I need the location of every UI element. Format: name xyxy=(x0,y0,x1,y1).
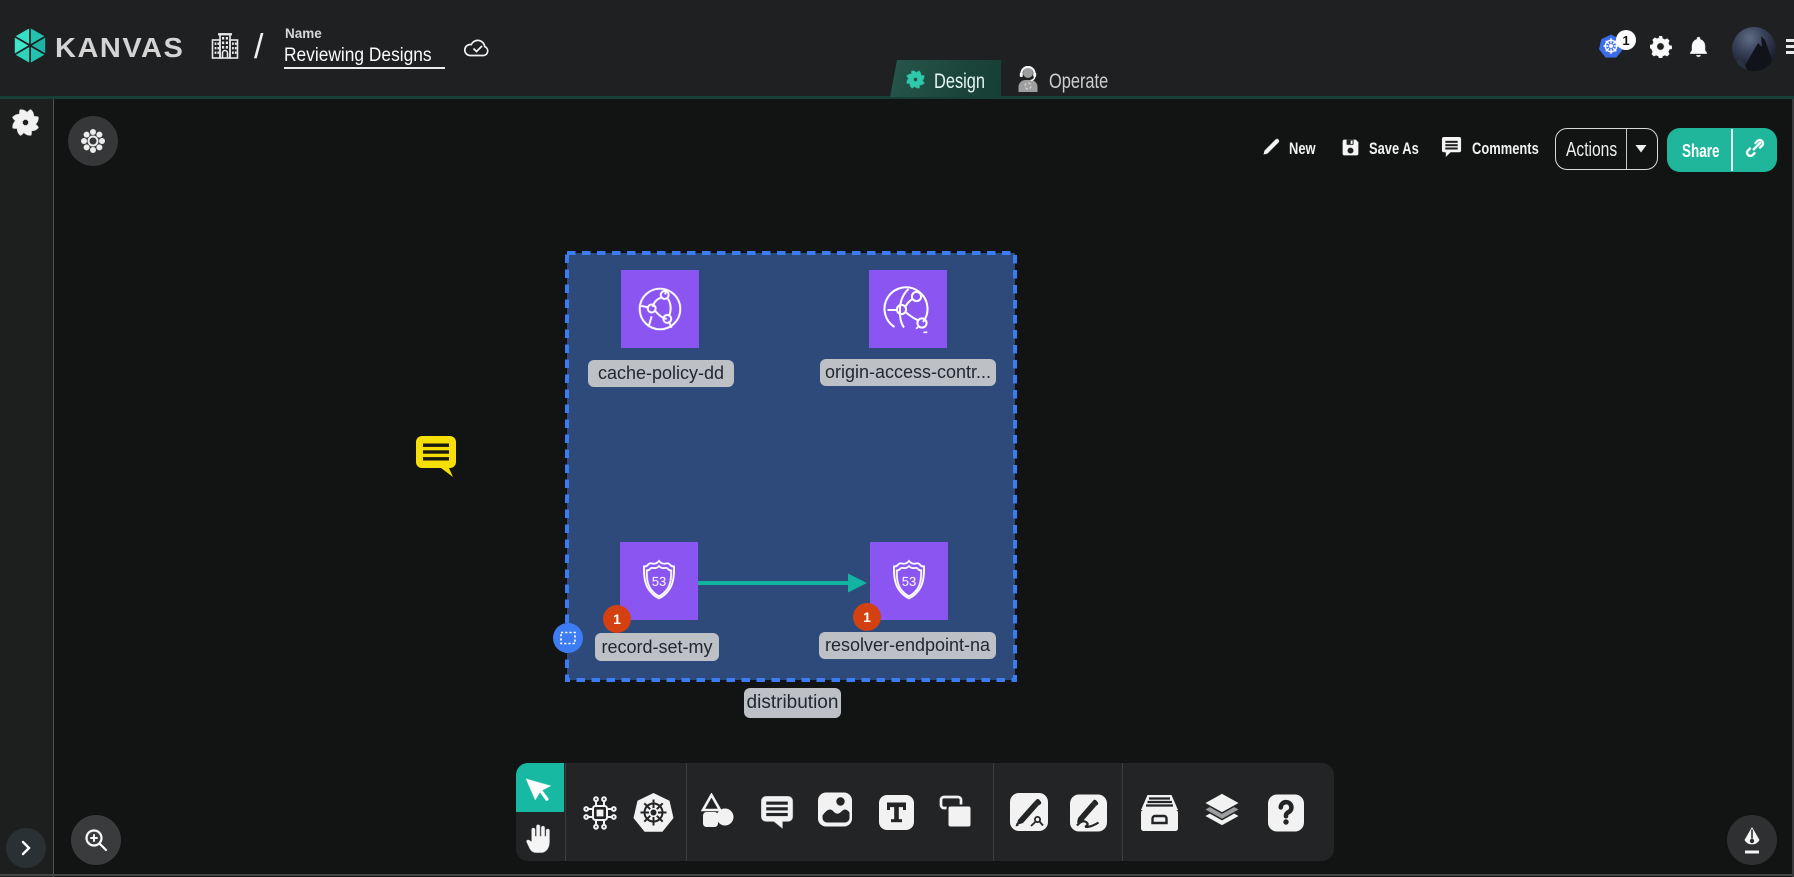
svg-text:53: 53 xyxy=(902,574,916,589)
svg-text:53: 53 xyxy=(652,574,666,589)
